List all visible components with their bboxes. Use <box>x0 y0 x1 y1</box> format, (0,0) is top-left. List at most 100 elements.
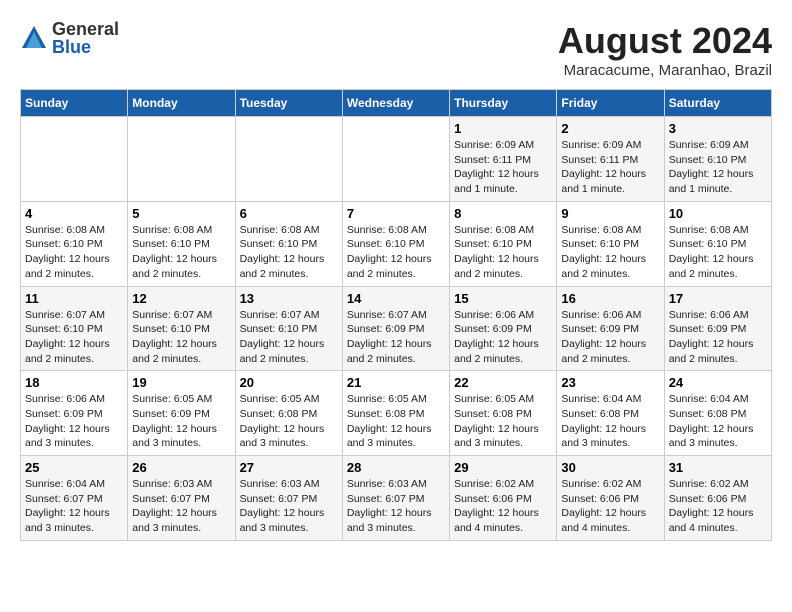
calendar-cell: 2Sunrise: 6:09 AM Sunset: 6:11 PM Daylig… <box>557 117 664 202</box>
calendar-cell: 4Sunrise: 6:08 AM Sunset: 6:10 PM Daylig… <box>21 201 128 286</box>
day-number: 10 <box>669 206 767 221</box>
calendar-cell: 18 Sunrise: 6:06 AM Sunset: 6:09 PM Dayli… <box>21 371 128 456</box>
day-info: Sunrise: 6:09 AM Sunset: 6:11 PM Dayligh… <box>454 138 552 197</box>
day-number: 6 <box>240 206 338 221</box>
weekday-header-monday: Monday <box>128 90 235 117</box>
day-number: 24 <box>669 375 767 390</box>
calendar-cell: 7 Sunrise: 6:08 AM Sunset: 6:10 PM Daylig… <box>342 201 449 286</box>
day-number: 7 <box>347 206 445 221</box>
day-number: 5 <box>132 206 230 221</box>
day-number: 25 <box>25 460 123 475</box>
calendar-cell: 30 Sunrise: 6:02 AM Sunset: 6:06 PM Dayli… <box>557 456 664 541</box>
calendar-cell <box>342 117 449 202</box>
calendar-week-2: 4 Sunrise: 6:08 AM Sunset: 6:10 PM Daylig… <box>21 201 772 286</box>
day-info: Sunrise: 6:02 AM Sunset: 6:06 PM Dayligh… <box>669 477 767 536</box>
calendar-cell: 28 Sunrise: 6:03 AM Sunset: 6:07 PM Dayli… <box>342 456 449 541</box>
weekday-header-wednesday: Wednesday <box>342 90 449 117</box>
weekday-header-row: SundayMondayTuesdayWednesdayThursdayFrid… <box>21 90 772 117</box>
calendar-cell <box>21 117 128 202</box>
day-info: Sunrise: 6:07 AM Sunset: 6:10 PM Dayligh… <box>240 308 338 367</box>
month-year-title: August 2024 <box>558 20 772 62</box>
calendar-cell: 31 Sunrise: 6:02 AM Sunset: 6:06 PM Dayli… <box>664 456 771 541</box>
day-info: Sunrise: 6:08 AM Sunset: 6:10 PM Dayligh… <box>454 223 552 282</box>
calendar-table: SundayMondayTuesdayWednesdayThursdayFrid… <box>20 89 772 541</box>
day-info: Sunrise: 6:03 AM Sunset: 6:07 PM Dayligh… <box>347 477 445 536</box>
day-info: Sunrise: 6:04 AM Sunset: 6:08 PM Dayligh… <box>561 392 659 451</box>
day-number: 1 <box>454 121 552 136</box>
day-number: 17 <box>669 291 767 306</box>
calendar-cell: 25 Sunrise: 6:04 AM Sunset: 6:07 PM Dayli… <box>21 456 128 541</box>
calendar-cell: 16Sunrise: 6:06 AM Sunset: 6:09 PM Dayli… <box>557 286 664 371</box>
calendar-cell: 1 Sunrise: 6:09 AM Sunset: 6:11 PM Daylig… <box>450 117 557 202</box>
calendar-week-5: 25 Sunrise: 6:04 AM Sunset: 6:07 PM Dayli… <box>21 456 772 541</box>
day-info: Sunrise: 6:08 AM Sunset: 6:10 PM Dayligh… <box>347 223 445 282</box>
day-info: Sunrise: 6:08 AM Sunset: 6:10 PM Dayligh… <box>561 223 659 282</box>
day-number: 29 <box>454 460 552 475</box>
calendar-week-1: 1 Sunrise: 6:09 AM Sunset: 6:11 PM Daylig… <box>21 117 772 202</box>
day-number: 3 <box>669 121 767 136</box>
day-info: Sunrise: 6:07 AM Sunset: 6:10 PM Dayligh… <box>25 308 123 367</box>
day-number: 14 <box>347 291 445 306</box>
calendar-cell: 10Sunrise: 6:08 AM Sunset: 6:10 PM Dayli… <box>664 201 771 286</box>
day-number: 26 <box>132 460 230 475</box>
day-info: Sunrise: 6:07 AM Sunset: 6:10 PM Dayligh… <box>132 308 230 367</box>
day-number: 2 <box>561 121 659 136</box>
calendar-cell: 5 Sunrise: 6:08 AM Sunset: 6:10 PM Daylig… <box>128 201 235 286</box>
day-info: Sunrise: 6:02 AM Sunset: 6:06 PM Dayligh… <box>454 477 552 536</box>
day-number: 22 <box>454 375 552 390</box>
calendar-cell <box>128 117 235 202</box>
weekday-header-thursday: Thursday <box>450 90 557 117</box>
day-info: Sunrise: 6:04 AM Sunset: 6:07 PM Dayligh… <box>25 477 123 536</box>
day-number: 12 <box>132 291 230 306</box>
day-number: 31 <box>669 460 767 475</box>
day-number: 27 <box>240 460 338 475</box>
calendar-cell: 11 Sunrise: 6:07 AM Sunset: 6:10 PM Dayli… <box>21 286 128 371</box>
logo-blue-text: Blue <box>52 38 119 56</box>
day-info: Sunrise: 6:04 AM Sunset: 6:08 PM Dayligh… <box>669 392 767 451</box>
calendar-cell: 20 Sunrise: 6:05 AM Sunset: 6:08 PM Dayli… <box>235 371 342 456</box>
day-info: Sunrise: 6:05 AM Sunset: 6:08 PM Dayligh… <box>347 392 445 451</box>
day-number: 4 <box>25 206 123 221</box>
calendar-cell: 15 Sunrise: 6:06 AM Sunset: 6:09 PM Dayli… <box>450 286 557 371</box>
calendar-week-3: 11 Sunrise: 6:07 AM Sunset: 6:10 PM Dayli… <box>21 286 772 371</box>
day-info: Sunrise: 6:05 AM Sunset: 6:08 PM Dayligh… <box>240 392 338 451</box>
calendar-cell: 13 Sunrise: 6:07 AM Sunset: 6:10 PM Dayli… <box>235 286 342 371</box>
calendar-cell: 3 Sunrise: 6:09 AM Sunset: 6:10 PM Daylig… <box>664 117 771 202</box>
day-info: Sunrise: 6:05 AM Sunset: 6:08 PM Dayligh… <box>454 392 552 451</box>
day-info: Sunrise: 6:05 AM Sunset: 6:09 PM Dayligh… <box>132 392 230 451</box>
day-info: Sunrise: 6:03 AM Sunset: 6:07 PM Dayligh… <box>132 477 230 536</box>
day-number: 15 <box>454 291 552 306</box>
calendar-week-4: 18 Sunrise: 6:06 AM Sunset: 6:09 PM Dayli… <box>21 371 772 456</box>
day-number: 30 <box>561 460 659 475</box>
day-info: Sunrise: 6:06 AM Sunset: 6:09 PM Dayligh… <box>25 392 123 451</box>
calendar-cell: 14Sunrise: 6:07 AM Sunset: 6:09 PM Dayli… <box>342 286 449 371</box>
day-number: 11 <box>25 291 123 306</box>
day-info: Sunrise: 6:09 AM Sunset: 6:10 PM Dayligh… <box>669 138 767 197</box>
calendar-cell: 26 Sunrise: 6:03 AM Sunset: 6:07 PM Dayli… <box>128 456 235 541</box>
weekday-header-tuesday: Tuesday <box>235 90 342 117</box>
day-number: 23 <box>561 375 659 390</box>
day-info: Sunrise: 6:06 AM Sunset: 6:09 PM Dayligh… <box>454 308 552 367</box>
logo-general-text: General <box>52 20 119 38</box>
weekday-header-friday: Friday <box>557 90 664 117</box>
page-header: General Blue August 2024 Maracacume, Mar… <box>20 20 772 79</box>
day-info: Sunrise: 6:08 AM Sunset: 6:10 PM Dayligh… <box>240 223 338 282</box>
day-number: 20 <box>240 375 338 390</box>
calendar-cell: 29 Sunrise: 6:02 AM Sunset: 6:06 PM Dayli… <box>450 456 557 541</box>
day-number: 13 <box>240 291 338 306</box>
day-number: 9 <box>561 206 659 221</box>
location-subtitle: Maracacume, Maranhao, Brazil <box>558 62 772 79</box>
calendar-cell: 9 Sunrise: 6:08 AM Sunset: 6:10 PM Daylig… <box>557 201 664 286</box>
day-info: Sunrise: 6:02 AM Sunset: 6:06 PM Dayligh… <box>561 477 659 536</box>
calendar-cell: 23 Sunrise: 6:04 AM Sunset: 6:08 PM Dayli… <box>557 371 664 456</box>
calendar-cell: 6 Sunrise: 6:08 AM Sunset: 6:10 PM Daylig… <box>235 201 342 286</box>
day-number: 18 <box>25 375 123 390</box>
calendar-cell: 27Sunrise: 6:03 AM Sunset: 6:07 PM Dayli… <box>235 456 342 541</box>
calendar-cell: 19Sunrise: 6:05 AM Sunset: 6:09 PM Dayli… <box>128 371 235 456</box>
calendar-cell: 22 Sunrise: 6:05 AM Sunset: 6:08 PM Dayli… <box>450 371 557 456</box>
calendar-cell: 8Sunrise: 6:08 AM Sunset: 6:10 PM Daylig… <box>450 201 557 286</box>
day-info: Sunrise: 6:06 AM Sunset: 6:09 PM Dayligh… <box>561 308 659 367</box>
day-number: 28 <box>347 460 445 475</box>
calendar-cell: 17Sunrise: 6:06 AM Sunset: 6:09 PM Dayli… <box>664 286 771 371</box>
day-info: Sunrise: 6:08 AM Sunset: 6:10 PM Dayligh… <box>132 223 230 282</box>
